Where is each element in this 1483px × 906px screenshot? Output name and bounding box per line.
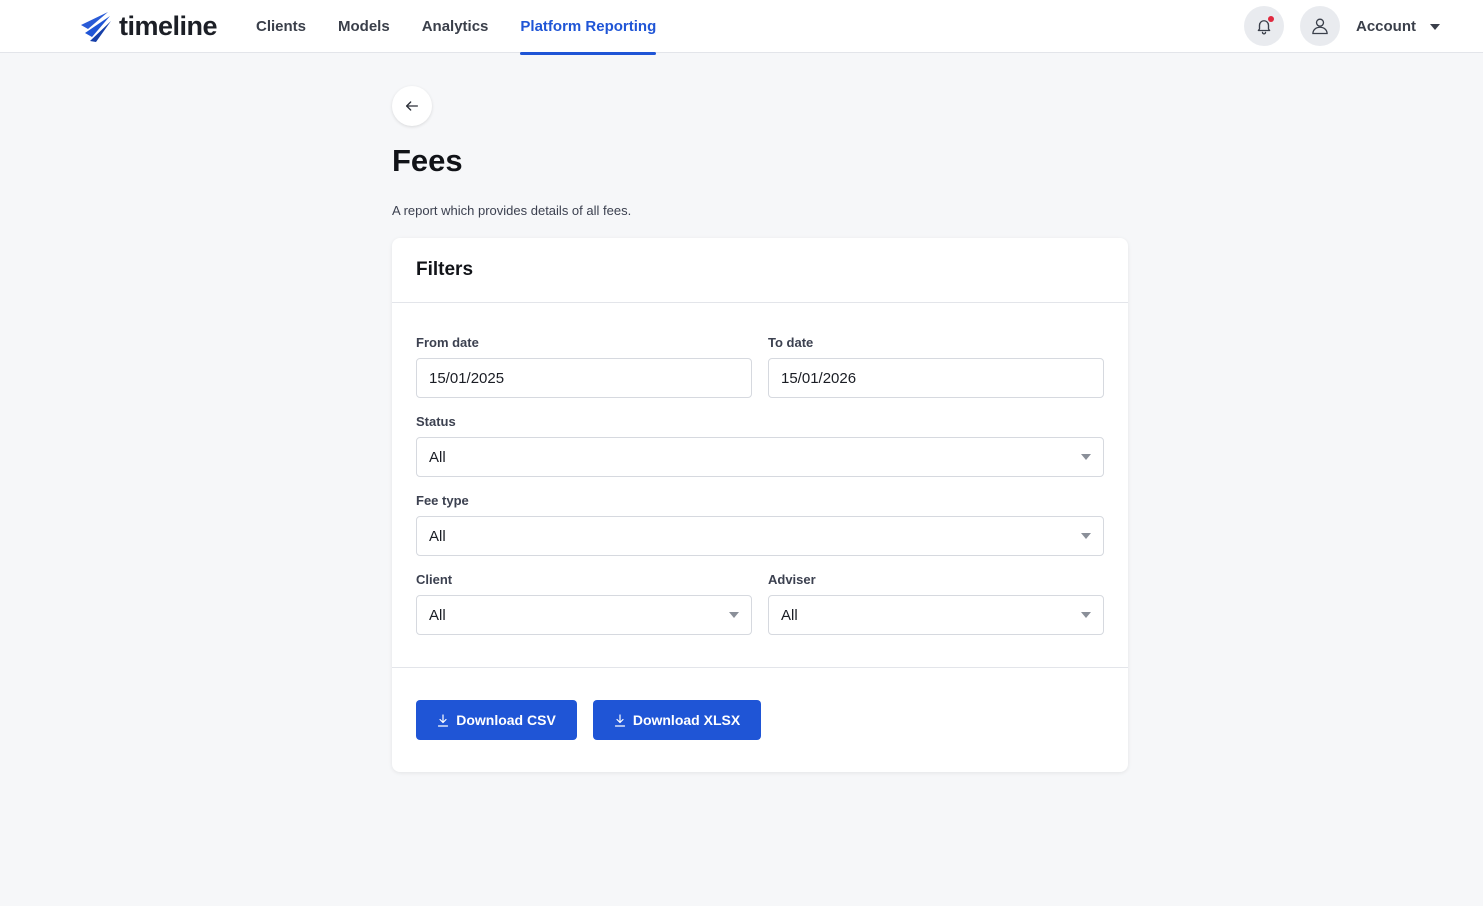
nav-item-platform-reporting[interactable]: Platform Reporting: [520, 0, 656, 55]
from-date-label: From date: [416, 335, 479, 350]
filters-title: Filters: [416, 259, 474, 280]
download-xlsx-button[interactable]: Download XLSX: [593, 700, 761, 740]
client-value: All: [429, 606, 446, 624]
chevron-down-icon: [1081, 612, 1091, 618]
download-csv-label: Download CSV: [456, 712, 556, 728]
divider: [392, 667, 1128, 668]
logo-text: timeline: [119, 10, 218, 41]
back-button[interactable]: [392, 86, 432, 126]
account-menu[interactable]: Account: [1356, 0, 1440, 53]
chevron-down-icon: [1081, 454, 1091, 460]
download-csv-button[interactable]: Download CSV: [416, 700, 577, 740]
download-xlsx-label: Download XLSX: [632, 712, 741, 728]
nav-item-analytics[interactable]: Analytics: [422, 0, 489, 53]
client-label: Client: [416, 572, 453, 587]
chevron-down-icon: [1081, 533, 1091, 539]
top-navigation-bar: timeline Clients Models Analytics Platfo…: [0, 0, 1483, 55]
status-value: All: [429, 448, 446, 466]
status-select[interactable]: All: [416, 437, 1104, 477]
fee-type-label: Fee type: [416, 493, 469, 508]
user-icon: [1312, 18, 1328, 35]
caret-down-icon: [1430, 23, 1440, 30]
timeline-logo-icon: [81, 12, 111, 42]
from-date-input[interactable]: 15/01/2025: [416, 358, 752, 398]
main-nav: Clients Models Analytics Platform Report…: [256, 0, 688, 55]
nav-item-models[interactable]: Models: [338, 0, 390, 53]
timeline-logo[interactable]: timeline: [79, 9, 218, 43]
nav-item-clients[interactable]: Clients: [256, 0, 306, 53]
adviser-select[interactable]: All: [768, 595, 1104, 635]
chevron-down-icon: [729, 612, 739, 618]
arrow-left-icon: [406, 101, 418, 111]
to-date-input[interactable]: 15/01/2026: [768, 358, 1104, 398]
divider: [392, 302, 1128, 303]
account-label: Account: [1356, 18, 1416, 35]
adviser-label: Adviser: [768, 572, 816, 587]
page-title: Fees: [392, 143, 463, 178]
page-description: A report which provides details of all f…: [392, 203, 632, 218]
adviser-value: All: [781, 606, 798, 624]
client-select[interactable]: All: [416, 595, 752, 635]
user-avatar-button[interactable]: [1300, 6, 1340, 46]
fee-type-select[interactable]: All: [416, 516, 1104, 556]
filters-card: Filters From date 15/01/2025 To date 15/…: [392, 238, 1128, 772]
download-icon: [437, 713, 449, 727]
download-icon: [614, 713, 626, 727]
status-label: Status: [416, 414, 456, 429]
to-date-label: To date: [768, 335, 814, 350]
notifications-button[interactable]: [1244, 6, 1284, 46]
notification-dot: [1268, 16, 1274, 22]
fee-type-value: All: [429, 527, 446, 545]
